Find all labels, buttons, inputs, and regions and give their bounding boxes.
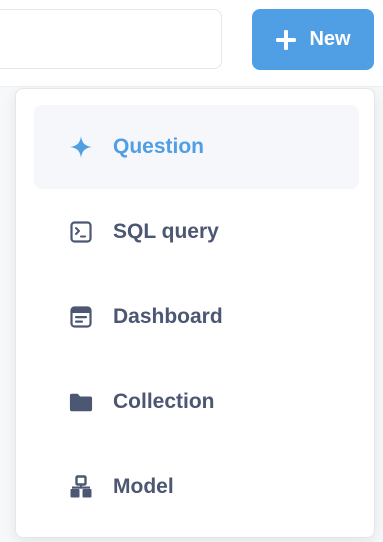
top-bar: New [0, 0, 383, 87]
menu-item-label: Question [113, 135, 205, 158]
menu-item-model[interactable]: Model [34, 445, 359, 529]
menu-item-label: SQL query [113, 220, 219, 243]
search-input[interactable] [0, 9, 222, 69]
menu-item-question[interactable]: Question [34, 105, 359, 189]
plus-icon [275, 29, 297, 51]
menu-item-label: Collection [113, 390, 215, 413]
new-menu-dropdown: Question SQL query Dashboard Collection … [15, 88, 375, 538]
new-button[interactable]: New [252, 9, 374, 70]
menu-item-label: Model [113, 475, 174, 498]
sql-terminal-icon [69, 220, 93, 244]
dashboard-icon [69, 305, 93, 329]
menu-item-label: Dashboard [113, 305, 223, 328]
menu-item-sql-query[interactable]: SQL query [34, 190, 359, 274]
model-icon [69, 475, 93, 499]
menu-item-dashboard[interactable]: Dashboard [34, 275, 359, 359]
menu-item-collection[interactable]: Collection [34, 360, 359, 444]
new-button-label: New [309, 28, 351, 50]
sparkle-icon [69, 135, 93, 159]
folder-icon [69, 390, 93, 414]
